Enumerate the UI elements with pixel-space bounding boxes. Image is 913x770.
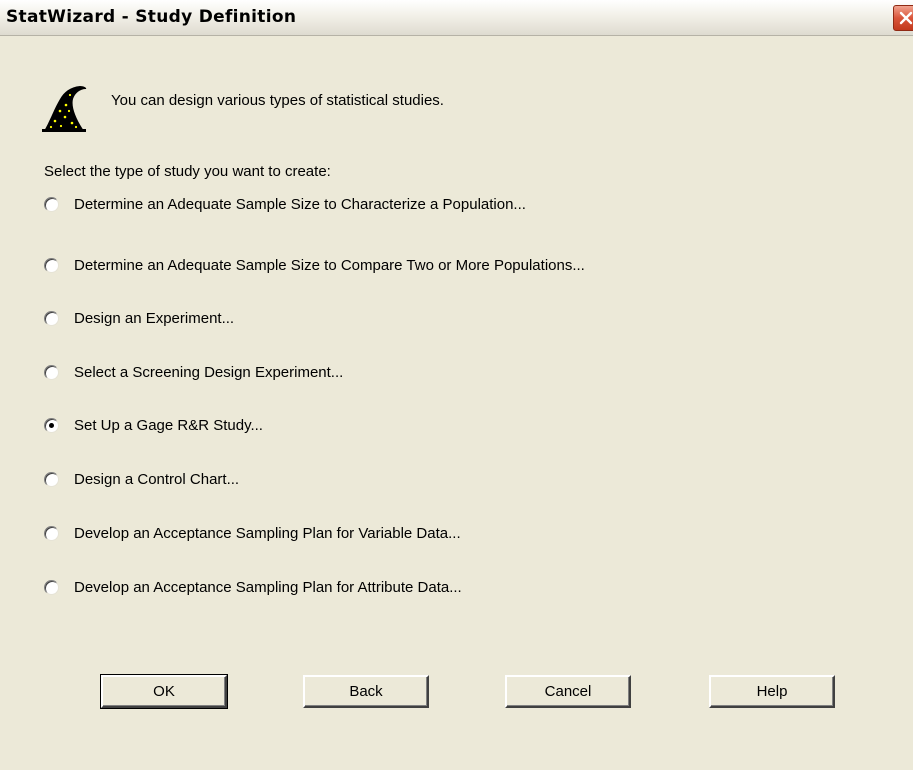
option-label: Design a Control Chart... — [74, 470, 240, 488]
window-title: StatWizard - Study Definition — [6, 7, 297, 27]
radio-button[interactable] — [44, 525, 59, 541]
option-sample-size-characterize[interactable]: Determine an Adequate Sample Size to Cha… — [44, 193, 526, 215]
radio-button-selected[interactable] — [44, 417, 59, 433]
radio-button[interactable] — [44, 579, 59, 595]
radio-button[interactable] — [44, 196, 59, 212]
option-label: Set Up a Gage R&R Study... — [74, 416, 263, 434]
statwizard-dialog: StatWizard - Study Definition You can de… — [0, 0, 913, 770]
back-button[interactable]: Back — [303, 675, 429, 708]
option-acceptance-attribute[interactable]: Develop an Acceptance Sampling Plan for … — [44, 576, 462, 598]
option-screening-design[interactable]: Select a Screening Design Experiment... — [44, 361, 343, 383]
option-label: Determine an Adequate Sample Size to Cha… — [74, 195, 526, 213]
radio-button[interactable] — [44, 257, 59, 273]
option-label: Design an Experiment... — [74, 309, 235, 327]
option-label: Develop an Acceptance Sampling Plan for … — [74, 524, 461, 542]
option-label: Select a Screening Design Experiment... — [74, 363, 344, 381]
option-label: Determine an Adequate Sample Size to Com… — [74, 256, 585, 274]
close-button[interactable] — [893, 5, 913, 31]
option-acceptance-variable[interactable]: Develop an Acceptance Sampling Plan for … — [44, 522, 461, 544]
intro-text: You can design various types of statisti… — [111, 92, 444, 109]
cancel-button[interactable]: Cancel — [505, 675, 631, 708]
ok-button[interactable]: OK — [100, 674, 228, 709]
dialog-body: You can design various types of statisti… — [0, 36, 913, 770]
study-type-prompt: Select the type of study you want to cre… — [44, 163, 331, 180]
option-control-chart[interactable]: Design a Control Chart... — [44, 468, 239, 490]
option-label: Develop an Acceptance Sampling Plan for … — [74, 578, 462, 596]
close-icon — [899, 11, 913, 25]
radio-button[interactable] — [44, 364, 59, 380]
title-bar[interactable]: StatWizard - Study Definition — [0, 0, 913, 36]
option-sample-size-compare[interactable]: Determine an Adequate Sample Size to Com… — [44, 254, 585, 276]
radio-button[interactable] — [44, 310, 59, 326]
option-design-experiment[interactable]: Design an Experiment... — [44, 307, 234, 329]
wizard-hat-icon — [42, 86, 87, 132]
option-gage-rr-study[interactable]: Set Up a Gage R&R Study... — [44, 414, 263, 436]
radio-button[interactable] — [44, 471, 59, 487]
help-button[interactable]: Help — [709, 675, 835, 708]
